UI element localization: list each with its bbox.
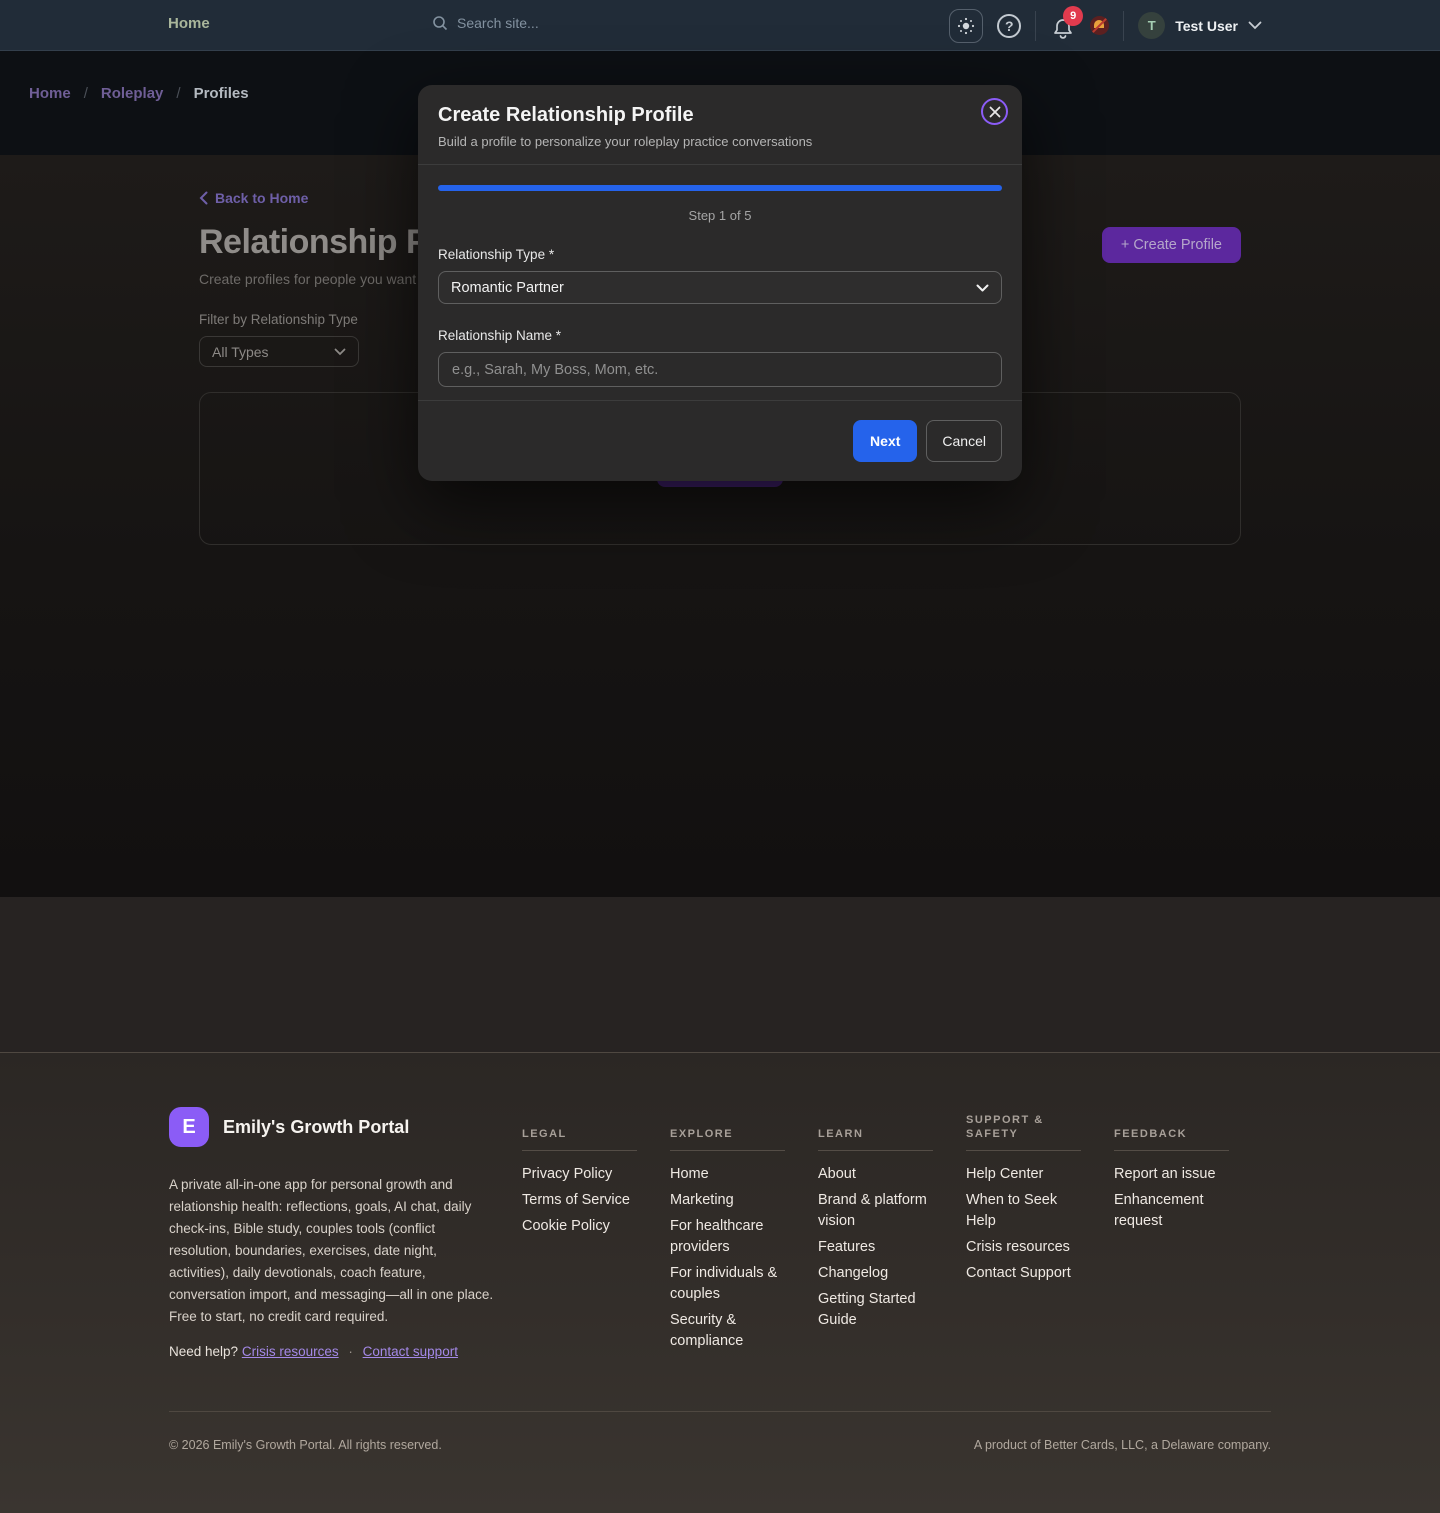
relationship-type-filter[interactable]: All Types (199, 336, 359, 367)
create-relationship-profile-modal: Create Relationship Profile Build a prof… (418, 85, 1022, 481)
modal-footer: Next Cancel (418, 400, 1022, 481)
footer-link-individuals-couples[interactable]: For individuals & couples (670, 1263, 785, 1305)
cancel-button[interactable]: Cancel (926, 420, 1002, 462)
relationship-type-value: Romantic Partner (451, 280, 564, 296)
progress-bar (438, 185, 1002, 191)
muted-bell-icon[interactable] (1090, 16, 1109, 35)
modal-subtitle: Build a profile to personalize your role… (438, 134, 1002, 149)
company-text: A product of Better Cards, LLC, a Delawa… (974, 1438, 1271, 1452)
footer-column-legal: LEGAL Privacy Policy Terms of Service Co… (522, 1107, 637, 1411)
search-placeholder-text: Search site... (457, 15, 539, 31)
need-help-label: Need help? (169, 1344, 238, 1359)
footer-link-changelog[interactable]: Changelog (818, 1263, 933, 1284)
footer-link-contact-support[interactable]: Contact Support (966, 1263, 1081, 1284)
footer-link-marketing[interactable]: Marketing (670, 1190, 785, 1211)
footer-link-when-to-seek-help[interactable]: When to Seek Help (966, 1190, 1081, 1232)
brand-name: Emily's Growth Portal (223, 1117, 409, 1138)
footer-column-support-safety: SUPPORT & SAFETY Help Center When to See… (966, 1107, 1081, 1411)
footer-column-explore: EXPLORE Home Marketing For healthcare pr… (670, 1107, 785, 1411)
breadcrumb-home[interactable]: Home (29, 85, 71, 102)
footer-link-about[interactable]: About (818, 1164, 933, 1185)
footer-link-cookie-policy[interactable]: Cookie Policy (522, 1216, 637, 1237)
notification-badge: 9 (1063, 6, 1083, 26)
top-nav: Home Search site... ? (0, 0, 1440, 51)
column-header: LEGAL (522, 1127, 567, 1141)
nav-home-link[interactable]: Home (168, 15, 210, 32)
relationship-type-select[interactable]: Romantic Partner (438, 271, 1002, 304)
footer-help-line: Need help? Crisis resources · Contact su… (169, 1344, 499, 1359)
footer: E Emily's Growth Portal A private all-in… (0, 1052, 1440, 1513)
footer-brand-block: E Emily's Growth Portal A private all-in… (169, 1107, 522, 1411)
chevron-down-icon (976, 284, 989, 292)
brand-logo: E (169, 1107, 209, 1147)
site-search[interactable]: Search site... (432, 15, 539, 31)
nav-divider (1035, 11, 1036, 41)
user-name: Test User (1175, 18, 1238, 34)
column-header: EXPLORE (670, 1127, 733, 1141)
modal-header: Create Relationship Profile Build a prof… (418, 85, 1022, 165)
create-profile-button[interactable]: + Create Profile (1102, 227, 1241, 263)
column-header: SUPPORT & SAFETY (966, 1113, 1081, 1141)
step-indicator: Step 1 of 5 (438, 208, 1002, 223)
footer-link-terms-of-service[interactable]: Terms of Service (522, 1190, 637, 1211)
chevron-down-icon (334, 348, 346, 356)
theme-toggle-button[interactable] (949, 9, 983, 43)
notifications-button[interactable]: 9 (1050, 11, 1076, 41)
footer-column-feedback: FEEDBACK Report an issue Enhancement req… (1114, 1107, 1229, 1411)
close-button[interactable] (981, 98, 1008, 125)
modal-body: Step 1 of 5 Relationship Type * Romantic… (418, 165, 1022, 400)
filter-value: All Types (212, 344, 269, 360)
user-menu[interactable]: T Test User (1138, 12, 1262, 39)
footer-link-report-issue[interactable]: Report an issue (1114, 1164, 1229, 1185)
back-to-home-label: Back to Home (215, 190, 308, 206)
relationship-name-input[interactable] (438, 352, 1002, 387)
footer-link-features[interactable]: Features (818, 1237, 933, 1258)
contact-support-link[interactable]: Contact support (363, 1344, 458, 1359)
close-icon (989, 106, 1001, 118)
footer-column-learn: LEARN About Brand & platform vision Feat… (818, 1107, 933, 1411)
footer-link-crisis-resources[interactable]: Crisis resources (966, 1237, 1081, 1258)
prefooter-strip (0, 897, 1440, 1052)
breadcrumb-separator: / (84, 85, 88, 102)
column-rule (1114, 1150, 1229, 1151)
column-header: FEEDBACK (1114, 1127, 1187, 1141)
breadcrumb-roleplay[interactable]: Roleplay (101, 85, 164, 102)
relationship-type-label: Relationship Type * (438, 247, 1002, 262)
search-icon (432, 15, 448, 31)
avatar: T (1138, 12, 1165, 39)
breadcrumb-profiles: Profiles (194, 85, 249, 102)
footer-link-enhancement-request[interactable]: Enhancement request (1114, 1190, 1229, 1232)
footer-link-privacy-policy[interactable]: Privacy Policy (522, 1164, 637, 1185)
column-rule (522, 1150, 637, 1151)
footer-description: A private all-in-one app for personal gr… (169, 1174, 499, 1328)
crisis-resources-link[interactable]: Crisis resources (242, 1344, 339, 1359)
footer-link-help-center[interactable]: Help Center (966, 1164, 1081, 1185)
column-rule (966, 1150, 1081, 1151)
nav-right-group: ? 9 T Test User (949, 0, 1262, 51)
column-rule (670, 1150, 785, 1151)
footer-link-security-compliance[interactable]: Security & compliance (670, 1310, 785, 1352)
column-rule (818, 1150, 933, 1151)
footer-link-getting-started[interactable]: Getting Started Guide (818, 1289, 933, 1331)
dot-separator: · (348, 1344, 353, 1359)
sun-icon (957, 17, 975, 35)
footer-link-home[interactable]: Home (670, 1164, 785, 1185)
chevron-down-icon (1248, 21, 1262, 30)
next-button[interactable]: Next (853, 420, 917, 462)
column-header: LEARN (818, 1127, 863, 1141)
relationship-name-label: Relationship Name * (438, 328, 1002, 343)
chevron-left-icon (199, 191, 208, 205)
copyright-text: © 2026 Emily's Growth Portal. All rights… (169, 1438, 442, 1452)
footer-link-healthcare-providers[interactable]: For healthcare providers (670, 1216, 785, 1258)
nav-divider (1123, 11, 1124, 41)
back-to-home-link[interactable]: Back to Home (199, 190, 308, 206)
modal-title: Create Relationship Profile (438, 104, 1002, 127)
footer-link-brand-vision[interactable]: Brand & platform vision (818, 1190, 933, 1232)
help-icon[interactable]: ? (997, 14, 1021, 38)
breadcrumb-separator: / (176, 85, 180, 102)
